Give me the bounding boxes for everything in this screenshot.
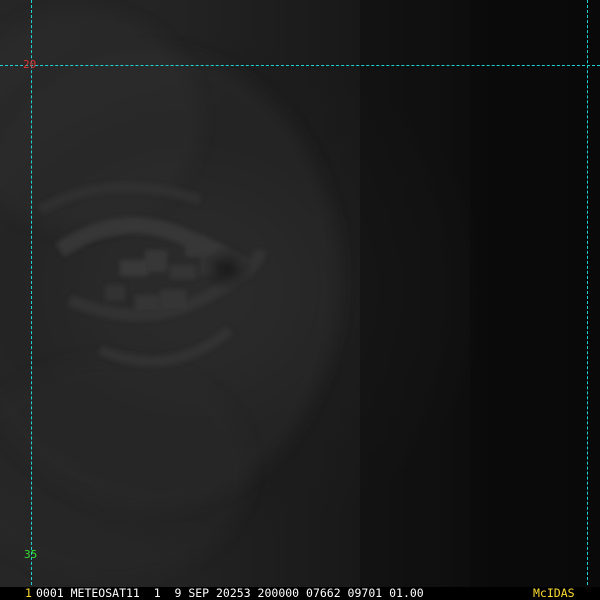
latitude-gridline-20 [0, 65, 600, 66]
longitude-gridline-left [31, 0, 32, 590]
image-info-bar: 1 0001 METEOSAT11 1 9 SEP 20253 200000 0… [0, 587, 600, 600]
longitude-gridline-right [587, 0, 588, 590]
latitude-label-top: 20 [23, 58, 37, 71]
satellite-image-frame: 20 35 1 0001 METEOSAT11 1 9 SEP 20253 20… [0, 0, 600, 600]
frame-index: 1 [25, 586, 32, 600]
latitude-label-bottom: 35 [24, 548, 38, 561]
satellite-cloud-image [0, 0, 600, 600]
mcidas-brand: McIDAS [533, 586, 575, 600]
image-metadata-text: 0001 METEOSAT11 1 9 SEP 20253 200000 076… [36, 586, 424, 600]
